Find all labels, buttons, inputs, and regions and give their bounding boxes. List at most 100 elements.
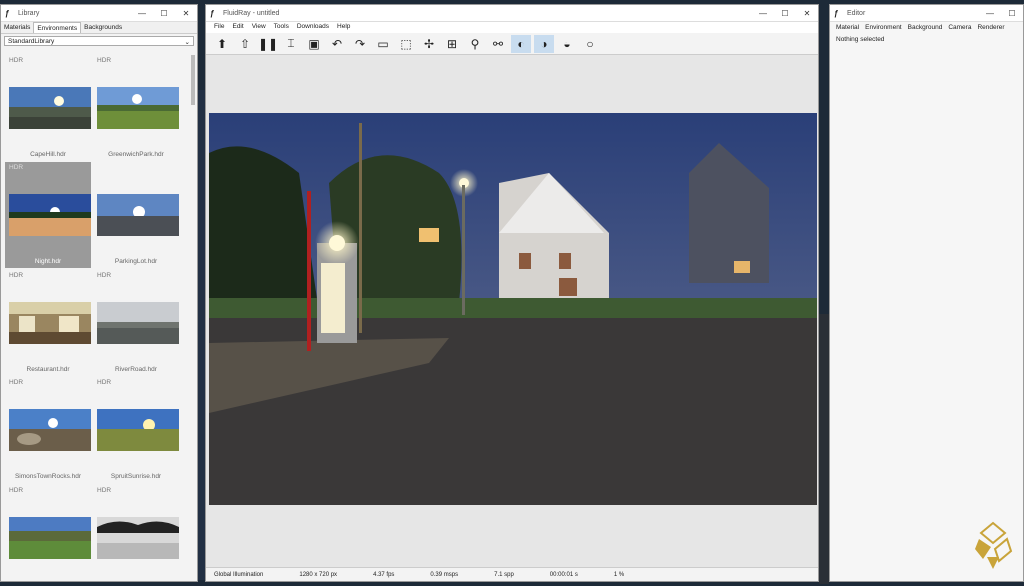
library-window: ƒ Library — ☐ ✕ Materials Environments B… — [0, 4, 198, 582]
editor-title: Editor — [847, 9, 866, 17]
env-thumb — [97, 517, 179, 559]
main-titlebar[interactable]: ƒ FluidRay - untitled — ☐ ✕ — [206, 5, 818, 22]
fit-icon[interactable]: ⌶ — [281, 35, 301, 53]
env-name: GreenwichPark.hdr — [108, 151, 164, 158]
env-item-9[interactable]: HDR — [5, 485, 91, 586]
env-thumb — [97, 409, 179, 451]
tab-backgrounds[interactable]: Backgrounds — [81, 22, 125, 33]
hdr-tag: HDR — [9, 272, 24, 279]
tab-renderer[interactable]: Renderer — [974, 22, 1007, 34]
env-item-greenwichpark[interactable]: HDR GreenwichPark.hdr — [93, 55, 179, 161]
menu-help[interactable]: Help — [333, 22, 354, 33]
tab-materials[interactable]: Materials — [1, 22, 33, 33]
env-thumb — [97, 194, 179, 236]
close-icon[interactable]: ✕ — [796, 9, 818, 18]
menu-file[interactable]: File — [210, 22, 228, 33]
menu-view[interactable]: View — [248, 22, 270, 33]
import-icon[interactable]: ⬆ — [212, 35, 232, 53]
env-item-riverroad[interactable]: HDR RiverRoad.hdr — [93, 270, 179, 376]
background-desktop — [198, 90, 205, 580]
editor-window: ƒ Editor — ☐ Material Environment Backgr… — [829, 4, 1024, 582]
status-time: 00:00:01 s — [549, 571, 578, 578]
toolbar: ⬆ ⇧ ❚❚ ⌶ ▣ ↶ ↷ ▭ ⬚ ✢ ⊞ ⚲ ⚯ ◐ ◑ ◒ ○ — [206, 33, 818, 55]
shading-off-icon[interactable]: ○ — [580, 35, 600, 53]
env-name: Night.hdr — [34, 258, 62, 265]
hdr-tag: HDR — [97, 57, 112, 64]
env-name: Restaurant.hdr — [26, 366, 70, 373]
move-icon[interactable]: ✢ — [419, 35, 439, 53]
zoom-icon[interactable]: ⚲ — [465, 35, 485, 53]
menu-downloads[interactable]: Downloads — [293, 22, 333, 33]
undo-icon[interactable]: ↶ — [327, 35, 347, 53]
hdr-tag: HDR — [9, 57, 24, 64]
library-select-value: StandardLibrary — [8, 38, 55, 45]
env-thumb — [9, 517, 91, 559]
env-item-parkinglot[interactable]: ParkingLot.hdr — [93, 162, 179, 268]
tab-camera[interactable]: Camera — [945, 22, 974, 34]
tab-environments[interactable]: Environments — [33, 22, 82, 33]
env-thumb — [9, 409, 91, 451]
status-spp: 7.1 spp — [494, 571, 514, 578]
pause-icon[interactable]: ❚❚ — [258, 35, 278, 53]
hdr-tag: HDR — [9, 487, 24, 494]
env-thumb — [97, 87, 179, 129]
hdr-tag: HDR — [97, 379, 112, 386]
shading-dark-icon[interactable]: ◒ — [557, 35, 577, 53]
frame-icon[interactable]: ▭ — [373, 35, 393, 53]
status-mode: Global Illumination — [214, 571, 264, 578]
env-item-night[interactable]: HDR Night.hdr — [5, 162, 91, 268]
shading-half-icon[interactable]: ◑ — [534, 34, 554, 53]
env-item-capehill[interactable]: HDR CapeHill.hdr — [5, 55, 91, 161]
fluidray-logo-icon: ƒ — [5, 8, 10, 18]
minimize-icon[interactable]: — — [752, 9, 774, 18]
env-thumb — [9, 87, 91, 129]
main-title: FluidRay - untitled — [223, 9, 280, 17]
hdr-tag: HDR — [97, 487, 112, 494]
env-item-10[interactable]: HDR — [93, 485, 179, 586]
statusbar: Global Illumination 1280 x 720 px 4.37 f… — [206, 567, 818, 581]
background-desktop-right — [819, 314, 829, 584]
env-thumb — [9, 194, 91, 236]
maximize-icon[interactable]: ☐ — [774, 9, 796, 18]
select-icon[interactable]: ⬚ — [396, 35, 416, 53]
maximize-icon[interactable]: ☐ — [1001, 9, 1023, 18]
hdr-tag: HDR — [97, 272, 112, 279]
chevron-down-icon: ⌄ — [184, 39, 190, 46]
fluidray-logo-icon: ƒ — [210, 8, 215, 18]
env-item-restaurant[interactable]: HDR Restaurant.hdr — [5, 270, 91, 376]
menu-edit[interactable]: Edit — [228, 22, 247, 33]
save-icon[interactable]: ▣ — [304, 35, 324, 53]
env-item-spruitsunrise[interactable]: HDR SpruitSunrise.hdr — [93, 377, 179, 483]
library-titlebar[interactable]: ƒ Library — ☐ ✕ — [1, 5, 197, 22]
minimize-icon[interactable]: — — [979, 9, 1001, 18]
library-scrollbar[interactable] — [191, 55, 195, 105]
tab-background[interactable]: Background — [905, 22, 946, 34]
env-name: CapeHill.hdr — [30, 151, 66, 158]
library-select[interactable]: StandardLibrary ⌄ — [4, 36, 194, 46]
maximize-icon[interactable]: ☐ — [153, 9, 175, 18]
env-name: ParkingLot.hdr — [114, 258, 158, 265]
status-msps: 0.39 msps — [430, 571, 459, 578]
scale-icon[interactable]: ⊞ — [442, 35, 462, 53]
minimize-icon[interactable]: — — [131, 9, 153, 18]
pick-icon[interactable]: ⚯ — [488, 35, 508, 53]
brand-logo-icon — [975, 521, 1013, 569]
render-viewport[interactable] — [209, 113, 817, 505]
env-name: RiverRoad.hdr — [115, 366, 157, 373]
main-window: ƒ FluidRay - untitled — ☐ ✕ File Edit Vi… — [205, 4, 819, 582]
status-fps: 4.37 fps — [373, 571, 395, 578]
library-title: Library — [18, 9, 40, 17]
redo-icon[interactable]: ↷ — [350, 35, 370, 53]
shading-full-icon[interactable]: ◐ — [511, 34, 531, 53]
hdr-tag: HDR — [9, 164, 24, 171]
tab-material[interactable]: Material — [833, 22, 862, 34]
upload-icon[interactable]: ⇧ — [235, 35, 255, 53]
render-image — [209, 113, 817, 505]
close-icon[interactable]: ✕ — [175, 9, 197, 18]
env-thumb — [9, 302, 91, 344]
env-item-simonstownrocks[interactable]: HDR SimonsTownRocks.hdr — [5, 377, 91, 483]
tab-environment[interactable]: Environment — [862, 22, 905, 34]
menu-tools[interactable]: Tools — [270, 22, 293, 33]
status-resolution: 1280 x 720 px — [299, 571, 338, 578]
editor-titlebar[interactable]: ƒ Editor — ☐ — [830, 5, 1023, 22]
